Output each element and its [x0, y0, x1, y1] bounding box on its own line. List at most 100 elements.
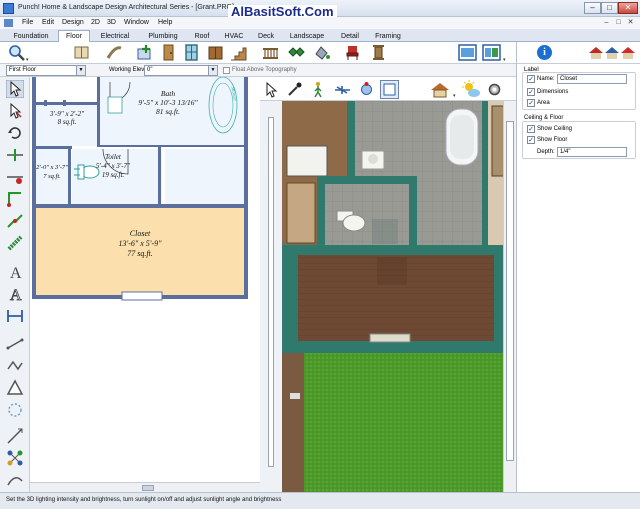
menu-design[interactable]: Design — [62, 19, 84, 26]
chain-icon[interactable] — [6, 234, 24, 252]
show-floor-checkbox[interactable]: ✓ — [527, 136, 535, 144]
select-arrow-icon[interactable] — [6, 80, 24, 98]
menu-help[interactable]: Help — [158, 19, 172, 26]
splitter-track[interactable] — [268, 117, 274, 467]
room-label-small-1[interactable]: 3'-9" x 2'-2" 8 sq.ft. — [38, 110, 96, 126]
select-3d-icon[interactable] — [263, 81, 280, 98]
tab-electrical[interactable]: Electrical — [92, 30, 138, 42]
mdi-minimize-button[interactable]: – — [601, 18, 612, 28]
close-button[interactable]: ✕ — [618, 2, 638, 14]
wall-panel-icon[interactable] — [73, 44, 90, 61]
chevron-down-icon[interactable]: ▼ — [208, 66, 217, 75]
room-dims: 13'-6" x 5'-9" — [118, 239, 162, 248]
column-icon[interactable] — [370, 44, 387, 61]
dropdown-arrow-icon[interactable]: ▾ — [26, 57, 31, 63]
text-tool-icon[interactable]: A — [6, 263, 24, 281]
polygon-icon[interactable] — [6, 379, 24, 397]
dimension-icon[interactable] — [6, 307, 24, 325]
depth-input[interactable]: 1/4" — [557, 147, 627, 157]
tab-floor[interactable]: Floor — [58, 30, 90, 42]
fly-through-icon[interactable] — [334, 81, 351, 98]
orbit-icon[interactable] — [358, 81, 375, 98]
eyedropper-icon[interactable] — [286, 81, 303, 98]
magnifier-icon[interactable] — [8, 44, 25, 61]
maximize-button[interactable]: □ — [601, 2, 618, 14]
plan-horizontal-scrollbar[interactable] — [30, 482, 260, 492]
tab-detail[interactable]: Detail — [334, 30, 366, 42]
tab-framing[interactable]: Framing — [368, 30, 408, 42]
remove-point-icon[interactable] — [6, 168, 24, 186]
stairs-icon[interactable] — [230, 44, 247, 61]
status-bar: Set the 3D lighting intensity and bright… — [0, 492, 640, 509]
tab-hvac[interactable]: HVAC — [218, 30, 250, 42]
menu-2d[interactable]: 2D — [91, 19, 100, 26]
view-splitter[interactable] — [260, 77, 282, 492]
document-icon[interactable] — [4, 19, 13, 27]
dimensions-checkbox[interactable]: ✓ — [527, 88, 535, 96]
measure-icon[interactable] — [6, 427, 24, 445]
tab-foundation[interactable]: Foundation — [6, 30, 56, 42]
corner-icon[interactable] — [6, 190, 24, 208]
rotate-icon[interactable] — [6, 124, 24, 142]
room-label-toilet[interactable]: Toilet 5'-4" x 3'-7" 19 sq.ft. — [82, 153, 144, 180]
sunlight-icon[interactable] — [462, 80, 481, 99]
menu-window[interactable]: Window — [124, 19, 149, 26]
break-line-icon[interactable] — [6, 212, 24, 230]
tab-deck[interactable]: Deck — [252, 30, 280, 42]
fill-icon[interactable] — [314, 44, 331, 61]
float-above-topography-checkbox[interactable] — [223, 67, 230, 74]
view-3d-vertical-scrollbar[interactable] — [503, 101, 516, 492]
chair-icon[interactable] — [344, 44, 361, 61]
area-label: Area — [537, 100, 550, 106]
polyline-icon[interactable] — [6, 357, 24, 375]
floor-plan-2d[interactable]: 3'-9" x 2'-2" 8 sq.ft. Bath 9'-5" x 10'-… — [30, 77, 260, 482]
view-layout-icon[interactable] — [458, 44, 477, 61]
room-label-bath[interactable]: Bath 9'-5" x 10'-3 13/16" 81 sq.ft. — [118, 89, 218, 116]
name-input[interactable]: Closet — [557, 74, 627, 84]
minimize-button[interactable]: – — [584, 2, 601, 14]
door-icon[interactable] — [160, 44, 177, 61]
network-icon[interactable] — [6, 449, 24, 467]
room-label-closet[interactable]: Closet 13'-6" x 5'-9" 77 sq.ft. — [100, 229, 180, 259]
text-outline-icon[interactable]: A — [6, 285, 24, 303]
view-cube-icon[interactable] — [380, 80, 399, 99]
area-checkbox[interactable]: ✓ — [527, 99, 535, 107]
show-ceiling-checkbox[interactable]: ✓ — [527, 125, 535, 133]
walkthrough-icon[interactable] — [310, 81, 327, 98]
scroll-thumb[interactable] — [142, 485, 154, 491]
settings-3d-icon[interactable] — [486, 81, 503, 98]
menu-edit[interactable]: Edit — [42, 19, 54, 26]
line-tool-icon[interactable] — [6, 335, 24, 353]
info-icon[interactable]: i — [537, 45, 552, 60]
path-icon[interactable] — [6, 471, 24, 489]
tab-plumbing[interactable]: Plumbing — [140, 30, 186, 42]
dropdown-arrow-icon[interactable]: ▾ — [503, 57, 508, 63]
scroll-thumb[interactable] — [506, 121, 514, 461]
tab-landscape[interactable]: Landscape — [282, 30, 332, 42]
app-icon[interactable] — [3, 3, 14, 14]
pattern-icon[interactable] — [288, 44, 305, 61]
dropdown-arrow-icon[interactable]: ▾ — [453, 93, 458, 99]
mdi-close-button[interactable]: ✕ — [625, 18, 636, 28]
window-icon[interactable] — [183, 44, 200, 61]
menu-file[interactable]: File — [22, 19, 33, 26]
room-label-small-2[interactable]: 2'-0" x 3'-7" 7 sq.ft. — [32, 163, 72, 181]
name-checkbox[interactable]: ✓ — [527, 75, 535, 83]
sparkle-icon[interactable] — [6, 401, 24, 419]
curved-wall-icon[interactable] — [106, 44, 123, 61]
floor-select[interactable]: First Floor ▼ — [6, 65, 86, 76]
add-point-icon[interactable] — [6, 146, 24, 164]
view-3d[interactable] — [282, 101, 516, 492]
house-library-icon[interactable] — [587, 45, 635, 59]
add-room-icon[interactable] — [136, 44, 153, 61]
railing-icon[interactable] — [262, 44, 279, 61]
menu-3d[interactable]: 3D — [107, 19, 116, 26]
tab-roof[interactable]: Roof — [188, 30, 216, 42]
house-view-icon[interactable] — [430, 81, 450, 98]
cabinet-icon[interactable] — [207, 44, 224, 61]
mdi-restore-button[interactable]: □ — [613, 18, 624, 28]
split-view-icon[interactable] — [482, 44, 501, 61]
multi-select-icon[interactable] — [6, 102, 24, 120]
elevation-input[interactable]: 0" ▼ — [144, 65, 218, 76]
chevron-down-icon[interactable]: ▼ — [76, 66, 85, 75]
